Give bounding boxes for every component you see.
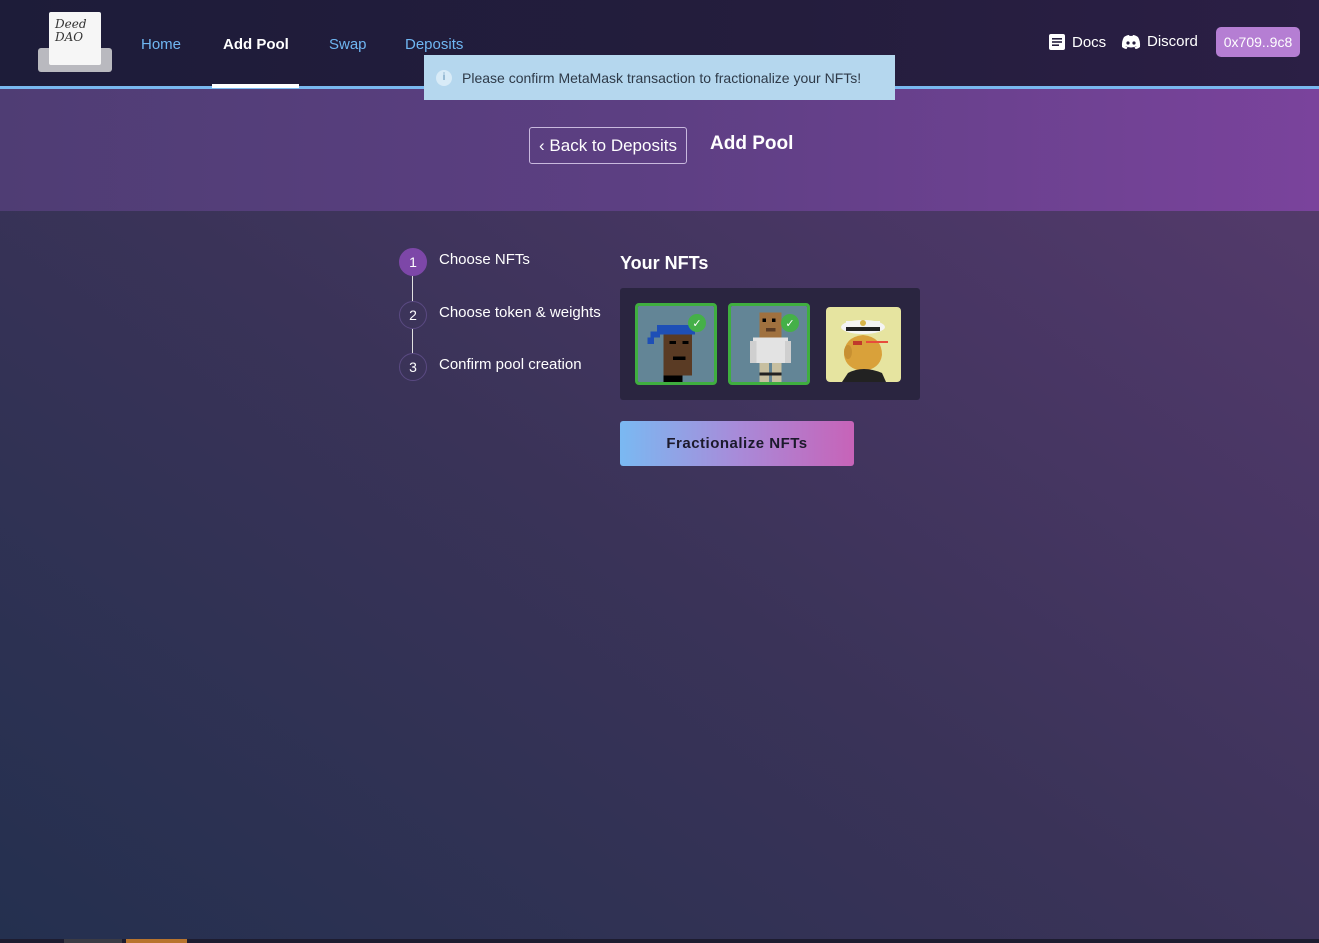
active-nav-indicator [212, 84, 299, 88]
nav-link-add-pool[interactable]: Add Pool [223, 36, 289, 53]
discord-link[interactable]: Discord [1121, 33, 1198, 50]
taskbar-item[interactable] [64, 939, 122, 943]
toast-message: Please confirm MetaMask transaction to f… [462, 69, 862, 86]
nav-link-deposits[interactable]: Deposits [405, 36, 463, 53]
docs-link[interactable]: Docs [1048, 33, 1106, 51]
discord-label: Discord [1147, 33, 1198, 50]
nft-card-punk-bandana[interactable]: ✓ [635, 303, 717, 385]
step-confirm-pool-creation: 3 Confirm pool creation [399, 353, 582, 381]
step-number: 2 [399, 301, 427, 329]
step-choose-token-weights: 2 Choose token & weights [399, 301, 601, 329]
page-header: ‹ Back to Deposits Add Pool [0, 89, 1319, 211]
nft-image [826, 307, 901, 382]
taskbar-strip [0, 939, 1319, 943]
step-choose-nfts: 1 Choose NFTs [399, 248, 530, 276]
nft-card-ape-captain[interactable] [826, 307, 901, 382]
nav-link-home[interactable]: Home [141, 36, 181, 53]
wallet-address-button[interactable]: 0x709..9c8 [1216, 27, 1300, 57]
step-number: 3 [399, 353, 427, 381]
selected-check-icon: ✓ [688, 314, 706, 332]
step-number: 1 [399, 248, 427, 276]
selected-check-icon: ✓ [781, 314, 799, 332]
step-label: Choose NFTs [439, 251, 530, 268]
back-to-deposits-button[interactable]: ‹ Back to Deposits [529, 127, 687, 164]
stepper-connector [412, 329, 413, 354]
step-label: Confirm pool creation [439, 356, 582, 373]
fractionalize-nfts-button[interactable]: Fractionalize NFTs [620, 421, 854, 466]
docs-label: Docs [1072, 33, 1107, 51]
metamask-toast: i Please confirm MetaMask transaction to… [424, 55, 895, 100]
logo[interactable]: Deed DAO [38, 12, 112, 72]
nav-link-swap[interactable]: Swap [329, 36, 367, 53]
step-label: Choose token & weights [439, 304, 601, 321]
info-icon: i [436, 69, 452, 86]
nft-card-punk-box-head[interactable]: ✓ [728, 303, 810, 385]
page-title: Add Pool [710, 133, 794, 154]
logo-text: Deed DAO [55, 17, 87, 44]
taskbar-item[interactable] [126, 939, 187, 943]
discord-icon [1121, 34, 1141, 49]
stepper-connector [412, 276, 413, 302]
document-icon [1049, 34, 1065, 50]
your-nfts-title: Your NFTs [620, 253, 709, 273]
nft-gallery: ✓ ✓ [620, 288, 920, 400]
logo-card: Deed DAO [49, 12, 101, 65]
